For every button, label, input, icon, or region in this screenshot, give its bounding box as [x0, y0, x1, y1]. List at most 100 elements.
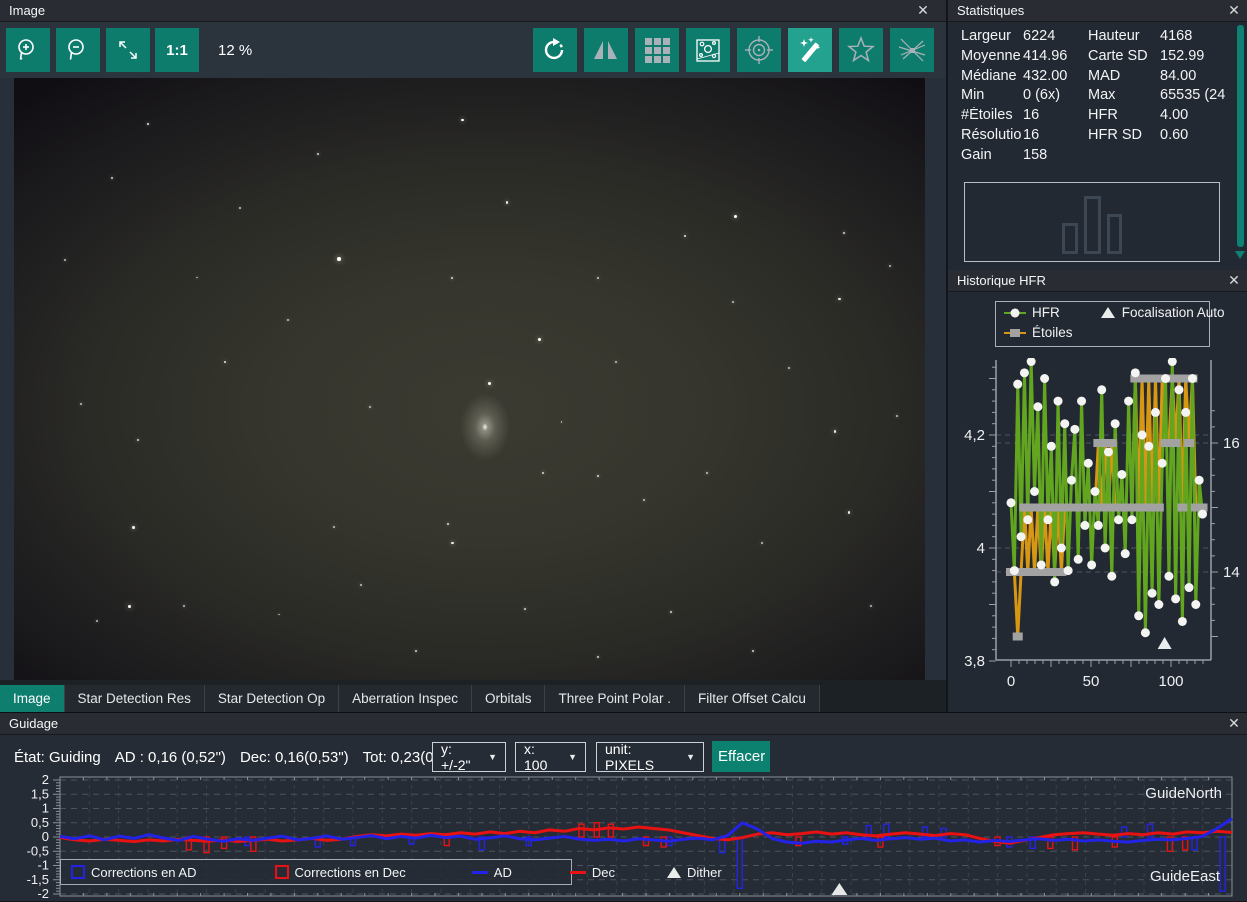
- plate-solve-annotate-button[interactable]: [686, 28, 730, 72]
- stat-row: Gain158: [948, 147, 1247, 167]
- stat-label: Résolution: [961, 127, 1022, 143]
- corrections-dec-marker-icon: [275, 865, 289, 879]
- tab-star-detection-op[interactable]: Star Detection Op: [205, 685, 339, 712]
- zoom-in-icon: [14, 36, 42, 64]
- star-point: [447, 523, 449, 525]
- flip-horizontal-button[interactable]: [584, 28, 628, 72]
- star-spikes-button[interactable]: [890, 28, 934, 72]
- auto-stretch-wand-button[interactable]: [788, 28, 832, 72]
- star-detect-button[interactable]: [839, 28, 883, 72]
- stat-value: 16: [1023, 127, 1086, 143]
- chevron-down-icon: ▼: [568, 752, 577, 762]
- star-point: [870, 605, 872, 607]
- tab-image[interactable]: Image: [0, 685, 65, 712]
- stars-legend-label: Étoiles: [1032, 325, 1073, 340]
- star-point: [196, 277, 198, 279]
- hfr-legend-label: HFR: [1032, 305, 1060, 320]
- star-point: [732, 301, 734, 303]
- hfr-title: Historique HFR: [957, 273, 1046, 288]
- clear-button[interactable]: Effacer: [712, 741, 770, 772]
- galaxy-object: [453, 384, 517, 470]
- zoom-out-button[interactable]: [56, 28, 100, 72]
- hfr-history-chart[interactable]: 4,243,81614050100: [948, 358, 1247, 712]
- astro-image-view[interactable]: [14, 78, 925, 680]
- star-point: [451, 277, 453, 279]
- stat-value: 65535 (24: [1160, 87, 1240, 103]
- star-point: [451, 542, 454, 545]
- image-panel-title: Image: [9, 3, 45, 18]
- star-point: [615, 361, 617, 363]
- stat-value: 4168: [1160, 28, 1240, 44]
- star-point: [287, 319, 289, 321]
- close-icon[interactable]: ✕: [914, 2, 932, 19]
- star-point: [761, 542, 763, 544]
- chevron-down-icon: ▼: [686, 752, 695, 762]
- star-point: [838, 298, 841, 301]
- guide-east-label: GuideEast: [1150, 868, 1220, 885]
- close-icon[interactable]: ✕: [1225, 2, 1243, 19]
- star-point: [132, 526, 135, 529]
- tab-star-detection-res[interactable]: Star Detection Res: [65, 685, 205, 712]
- svg-text:-2: -2: [37, 886, 49, 901]
- one-to-one-label: 1:1: [166, 42, 188, 59]
- star-point: [147, 123, 149, 125]
- grid-button[interactable]: [635, 28, 679, 72]
- fit-to-screen-button[interactable]: [106, 28, 150, 72]
- stat-label: Gain: [961, 147, 1022, 163]
- star-point: [524, 608, 526, 610]
- scrollbar-thumb[interactable]: [1237, 25, 1244, 247]
- star-point: [80, 403, 82, 405]
- y-scale-dropdown[interactable]: y: +/-2" ▼: [432, 742, 506, 772]
- tab-filter-offset-calcu[interactable]: Filter Offset Calcu: [685, 685, 820, 712]
- star-point: [834, 430, 837, 433]
- histogram-bar-icon: [1107, 214, 1122, 254]
- star-point: [183, 605, 185, 607]
- stat-value: 432.00: [1023, 68, 1086, 84]
- one-to-one-button[interactable]: 1:1: [155, 28, 199, 72]
- stat-value: 158: [1023, 147, 1086, 163]
- statistics-title: Statistiques: [957, 3, 1024, 18]
- star-point: [337, 257, 341, 261]
- svg-text:1: 1: [42, 801, 49, 816]
- x-scale-dropdown[interactable]: x: 100 ▼: [515, 742, 586, 772]
- guiding-legend: Corrections en AD Corrections en Dec AD …: [60, 859, 572, 885]
- corrections-ra-marker-icon: [71, 865, 85, 879]
- star-point: [684, 235, 687, 238]
- image-panel-titlebar: Image ✕: [0, 0, 946, 22]
- star-point: [96, 620, 98, 622]
- guide-state-label: État: Guiding: [14, 749, 101, 766]
- scrollbar-down-arrow[interactable]: [1235, 251, 1245, 259]
- star-point: [843, 232, 845, 234]
- stat-label: Carte SD: [1088, 48, 1159, 64]
- crosshair-button[interactable]: [737, 28, 781, 72]
- svg-text:14: 14: [1223, 564, 1240, 581]
- star-point: [896, 415, 898, 417]
- close-icon[interactable]: ✕: [1225, 715, 1243, 732]
- plate-solve-annotate-icon: [693, 35, 723, 65]
- rotate-icon: [540, 35, 570, 65]
- stat-value: 0.60: [1160, 127, 1240, 143]
- stat-row: Largeur6224Hauteur4168: [948, 28, 1247, 48]
- zoom-in-button[interactable]: [6, 28, 50, 72]
- close-icon[interactable]: ✕: [1225, 272, 1243, 289]
- unit-dropdown[interactable]: unit: PIXELS ▼: [596, 742, 704, 772]
- statistics-panel: Statistiques ✕ Largeur6224Hauteur4168Moy…: [948, 0, 1247, 270]
- star-point: [461, 119, 464, 122]
- statistics-titlebar: Statistiques ✕: [948, 0, 1247, 22]
- star-point: [239, 207, 241, 209]
- star-point: [506, 201, 509, 204]
- stat-label: Largeur: [961, 28, 1022, 44]
- x-scale-value: x: 100: [524, 741, 560, 773]
- rotate-button[interactable]: [533, 28, 577, 72]
- tab-orbitals[interactable]: Orbitals: [472, 685, 546, 712]
- svg-text:4,2: 4,2: [964, 427, 985, 444]
- stat-value: 0 (6x): [1023, 87, 1086, 103]
- guide-ra-error: AD : 0,16 (0,52"): [115, 749, 226, 766]
- guiding-titlebar: Guidage ✕: [0, 713, 1247, 735]
- hfr-titlebar: Historique HFR ✕: [948, 270, 1247, 292]
- stat-value: 414.96: [1023, 48, 1086, 64]
- tab-aberration-inspec[interactable]: Aberration Inspec: [339, 685, 472, 712]
- tab-three-point-polar-[interactable]: Three Point Polar .: [545, 685, 685, 712]
- histogram-bar-icon: [1062, 223, 1078, 254]
- svg-text:1,5: 1,5: [31, 786, 49, 801]
